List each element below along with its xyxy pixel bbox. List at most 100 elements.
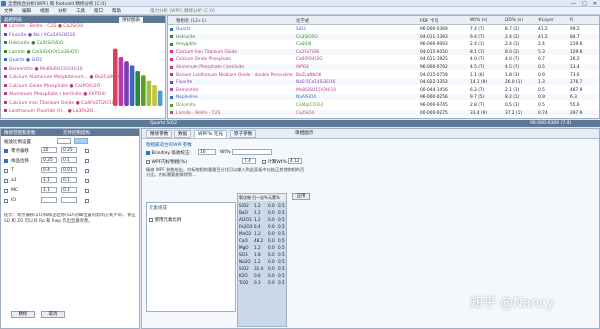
param-value-field[interactable]: 0.25 xyxy=(41,157,57,163)
phase-list-item[interactable]: Calcium Iron Titanium Oxide ● Ca4Fe2Ti2O… xyxy=(4,100,115,106)
table-row[interactable]: Nepheline NaAlSiO4 96-000-0256 9.7 (5) 8.2 (… xyxy=(168,94,599,101)
param-refine-checkbox[interactable] xyxy=(85,199,89,203)
pie-chart-tab[interactable]: 饼状图表 xyxy=(119,17,143,23)
param-value-field[interactable]: 20 xyxy=(41,147,57,153)
param-refine-checkbox[interactable] xyxy=(85,179,89,183)
tab-data[interactable]: 数据 xyxy=(174,130,192,138)
menu-file[interactable]: 文件 xyxy=(4,8,13,14)
menu-help[interactable]: 帮助 xyxy=(112,8,121,14)
col-formula[interactable]: 化学式 xyxy=(296,18,309,24)
wt-field[interactable] xyxy=(232,149,272,155)
calc-wt-checkbox[interactable] xyxy=(262,159,266,164)
param-refine-checkbox[interactable] xyxy=(85,149,89,153)
param-range-field[interactable]: 0.1 xyxy=(61,177,77,183)
phase-list-item[interactable]: Bementite ● Mn8Si6O15(OH)10 xyxy=(4,66,83,72)
phase-list-item[interactable]: Calcium Oxide Phosphate ● Ca(PO4)2O xyxy=(4,83,100,89)
param-refine-checkbox[interactable] xyxy=(85,169,89,173)
oxide-row[interactable]: MgO 1.2 0.0 0.5 xyxy=(238,244,286,251)
tab-single-phase[interactable]: 单相图示 xyxy=(292,130,316,138)
tab-wpf[interactable]: WPF% 元光 xyxy=(194,130,227,138)
phase-list-item[interactable]: Fluorite ● Na / KCa14Si3O16 xyxy=(4,32,75,38)
internal-std-field[interactable]: 7.4 xyxy=(242,158,256,164)
oxide-row[interactable]: TiO2 0.3 0.0 0.5 xyxy=(238,279,286,286)
cancel-button[interactable]: 取消 xyxy=(41,311,65,318)
phase-list-item[interactable]: Quartz ● SiO2 xyxy=(4,58,42,63)
table-row[interactable]: Calcium Iron Titanium Oxide Ca2FeTiO6 04-0… xyxy=(168,48,599,55)
brindley-field[interactable]: 10 xyxy=(198,149,216,155)
phase-color-swatch xyxy=(4,24,7,27)
oxide-row[interactable]: SiO2 1.2 0.0 0.5 xyxy=(238,202,286,209)
oxide-rows: SiO2 1.2 0.0 0.5 BaO 1.2 0.0 0.5 Al2O3 1.2 0.0 0.5 F… xyxy=(238,202,286,322)
param-refine-checkbox[interactable] xyxy=(85,159,89,163)
table-row[interactable]: Quartz SiO2 96-000-0369 7.4 (7) 8.7 (2) 41.2 9… xyxy=(168,26,599,32)
calc-wt-field[interactable]: 4.12 xyxy=(288,158,302,164)
apply-button[interactable]: 应用 xyxy=(292,193,310,200)
phase-list-item[interactable]: Larnite - Belite - C2S ● Ca2SiO4 xyxy=(4,24,83,29)
brindley-checkbox[interactable] xyxy=(146,150,150,155)
table-row[interactable]: Dolomite CaMg(CO3)2 96-000-9745 2.8 (7) 0.5 … xyxy=(168,102,599,108)
param-range-field[interactable]: 0.25 xyxy=(61,147,77,153)
oxide-cell-o: MnO2 xyxy=(239,231,252,236)
param-value-field[interactable] xyxy=(41,197,57,203)
oxide-row[interactable]: CaO 48.2 0.0 0.5 xyxy=(238,237,286,244)
param-checkbox[interactable] xyxy=(4,159,8,163)
scale-field-2[interactable] xyxy=(74,138,88,144)
menu-analysis[interactable]: 分析 xyxy=(58,8,67,14)
param-range-field[interactable]: 0.1 xyxy=(61,187,77,193)
col-name[interactable]: 物相名 (12+1) xyxy=(176,18,206,24)
param-value-field[interactable]: 1.1 xyxy=(41,177,57,183)
menu-tools[interactable]: 工具 xyxy=(76,8,85,14)
oxide-row[interactable]: BaO 1.2 0.0 0.5 xyxy=(238,209,286,216)
col-layer[interactable]: #Layer xyxy=(538,18,554,23)
table-row[interactable]: Amygdite CaSiO4 96-000-9093 2.4 (1) 2.4 (1) 2… xyxy=(168,41,599,47)
menu-edit[interactable]: 编辑 xyxy=(22,8,31,14)
table-row[interactable]: Fluorite Na0.5Ca14Si3O16 04-022-1353 14.1 (… xyxy=(168,79,599,86)
param-refine-checkbox[interactable] xyxy=(85,189,89,193)
table-row[interactable]: Larnite - Belite - C2S Ca2SiO4 00-000-0275… xyxy=(168,109,599,116)
calc-wt-label: 计算Wt% xyxy=(267,160,287,165)
menu-view[interactable]: 视图 xyxy=(40,8,49,14)
oxide-row[interactable]: K2O 0.6 0.0 0.5 xyxy=(238,272,286,279)
oxide-row[interactable]: SiO2 32.4 0.0 0.5 xyxy=(238,265,286,272)
param-value-field[interactable]: 0.4 xyxy=(41,167,57,173)
param-value-field[interactable]: 1.1 xyxy=(41,187,57,193)
tab-refine-params[interactable]: 精修参数 xyxy=(146,130,173,138)
phase-list-item[interactable]: Aluminum Phosphate ( berlinite ● Al(PO4) xyxy=(4,92,106,97)
oxide-row[interactable]: SO3 1.8 0.0 0.5 xyxy=(238,251,286,258)
oxide-row[interactable]: MnO2 1.2 0.0 0.5 xyxy=(238,230,286,237)
param-checkbox[interactable] xyxy=(4,199,8,203)
phase-list-item[interactable]: Larnite ● Ca(SiO4)O(Ca3SiO5) xyxy=(4,49,79,55)
table-row[interactable]: Barium Lanthanum Niobium Oxide - double … xyxy=(168,72,599,78)
oxide-row[interactable]: Na2O 1.2 0.0 0.5 xyxy=(238,258,286,265)
phase-list-item[interactable]: Calcium Aluminum Molybdenum... ● Ba2CaWO… xyxy=(4,75,121,80)
use-ratio-checkbox[interactable] xyxy=(149,217,153,222)
param-range-field[interactable]: 0.1 xyxy=(61,157,77,163)
col-dd[interactable]: DD% (s) xyxy=(505,18,523,23)
col-r[interactable]: R xyxy=(570,18,573,23)
phase-list-item[interactable]: Lanthanum Fluoride (H... ● La3Fe2O... xyxy=(4,109,97,114)
col-wt[interactable]: Wt% (s) xyxy=(470,18,487,23)
param-checkbox[interactable] xyxy=(4,179,8,183)
param-checkbox[interactable] xyxy=(4,189,8,193)
refine-button[interactable]: 精修 xyxy=(11,311,35,318)
param-checkbox[interactable] xyxy=(4,149,8,153)
oxide-row[interactable]: Fe2O3 6.4 0.0 0.5 xyxy=(238,223,286,230)
oxide-cell-c: 0.5 xyxy=(278,231,285,236)
table-row[interactable]: Bementite Mn8Si6O15(OH)10 00-044-1456 6.2 (… xyxy=(168,87,599,93)
oxide-row[interactable]: Al2O3 1.2 0.0 0.5 xyxy=(238,216,286,223)
oxide-cell-c: 0.5 xyxy=(278,273,285,278)
tab-atom-params[interactable]: 原子参数 xyxy=(230,130,257,138)
table-row[interactable]: Aluminum Phosphate ( berlinite AlPO4 96-00… xyxy=(168,64,599,70)
col-pdf[interactable]: PDF 卡号 xyxy=(420,18,439,24)
param-range-field[interactable]: 0.01 xyxy=(61,167,77,173)
table-row[interactable]: Calcium Oxide Phosphate Ca4(PO4)2O 04-011-… xyxy=(168,56,599,62)
scale-field[interactable] xyxy=(57,138,71,144)
phase-color-swatch xyxy=(4,109,7,112)
menu-window[interactable]: 窗口 xyxy=(94,8,103,14)
param-checkbox[interactable] xyxy=(4,169,8,173)
wt-cell: 4.5 (7) xyxy=(470,65,485,70)
phase-list-item[interactable]: Hatrurite ● Ca3(SiO4)O xyxy=(4,41,63,46)
param-range-field[interactable] xyxy=(61,197,77,203)
internal-std-checkbox[interactable] xyxy=(146,159,150,164)
table-row[interactable]: Hatrurite Ca3SiO5O 04-011-1393 9.4 (7) 2.4 (… xyxy=(168,33,599,40)
